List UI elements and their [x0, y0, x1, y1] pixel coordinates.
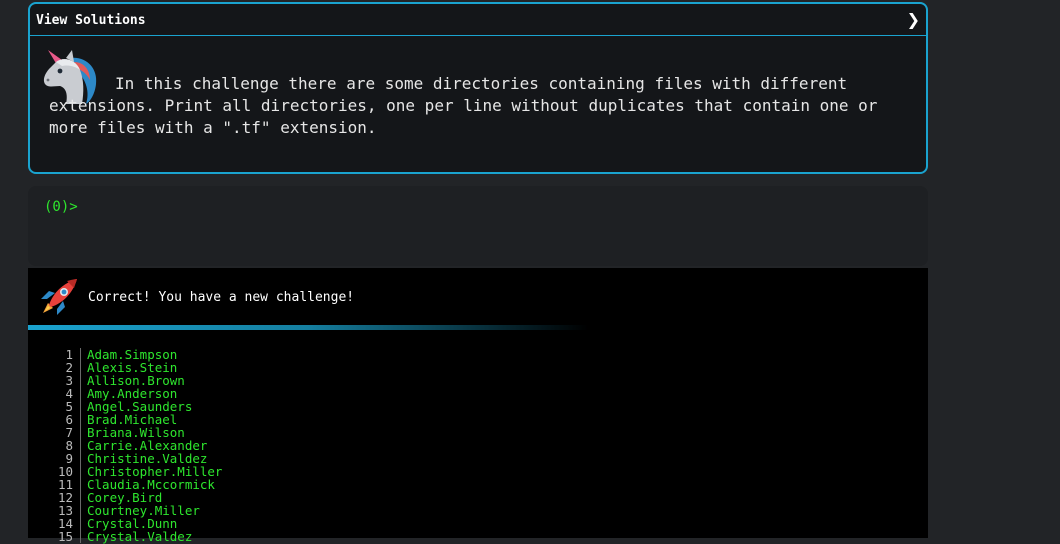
chevron-right-icon[interactable]: ❯: [907, 10, 920, 29]
line-separator: [80, 400, 81, 413]
rocket-icon: [41, 279, 77, 315]
list-item: 11 Claudia.Mccormick: [28, 478, 928, 491]
line-number: 15: [57, 529, 73, 544]
line-separator: [80, 530, 81, 543]
view-solutions-header[interactable]: View Solutions ❯: [30, 4, 926, 36]
line-separator: [80, 426, 81, 439]
divider: [28, 325, 588, 330]
line-separator: [80, 478, 81, 491]
output-panel: Correct! You have a new challenge! 1 Adam…: [28, 268, 928, 543]
directory-name: Crystal.Valdez: [87, 529, 193, 544]
line-separator: [80, 465, 81, 478]
line-separator: [80, 452, 81, 465]
terminal-input-area[interactable]: (0)>: [28, 186, 928, 266]
status-message: Correct! You have a new challenge!: [88, 290, 355, 305]
challenge-description: In this challenge there are some directo…: [49, 74, 878, 137]
line-separator: [80, 361, 81, 374]
output-list: 1 Adam.Simpson 2 Alexis.Stein 3 Allison.Brown…: [28, 348, 928, 543]
line-separator: [80, 517, 81, 530]
line-separator: [80, 387, 81, 400]
main-column: View Solutions ❯ In this challenge there…: [28, 0, 928, 543]
line-separator: [80, 491, 81, 504]
line-separator: [80, 374, 81, 387]
view-solutions-title: View Solutions: [36, 13, 146, 28]
line-separator: [80, 504, 81, 517]
line-separator: [80, 348, 81, 361]
terminal-prompt: (0)>: [44, 199, 78, 215]
challenge-card: View Solutions ❯ In this challenge there…: [28, 2, 928, 174]
list-item: 15 Crystal.Valdez: [28, 530, 928, 543]
line-separator: [80, 413, 81, 426]
line-separator: [80, 439, 81, 452]
